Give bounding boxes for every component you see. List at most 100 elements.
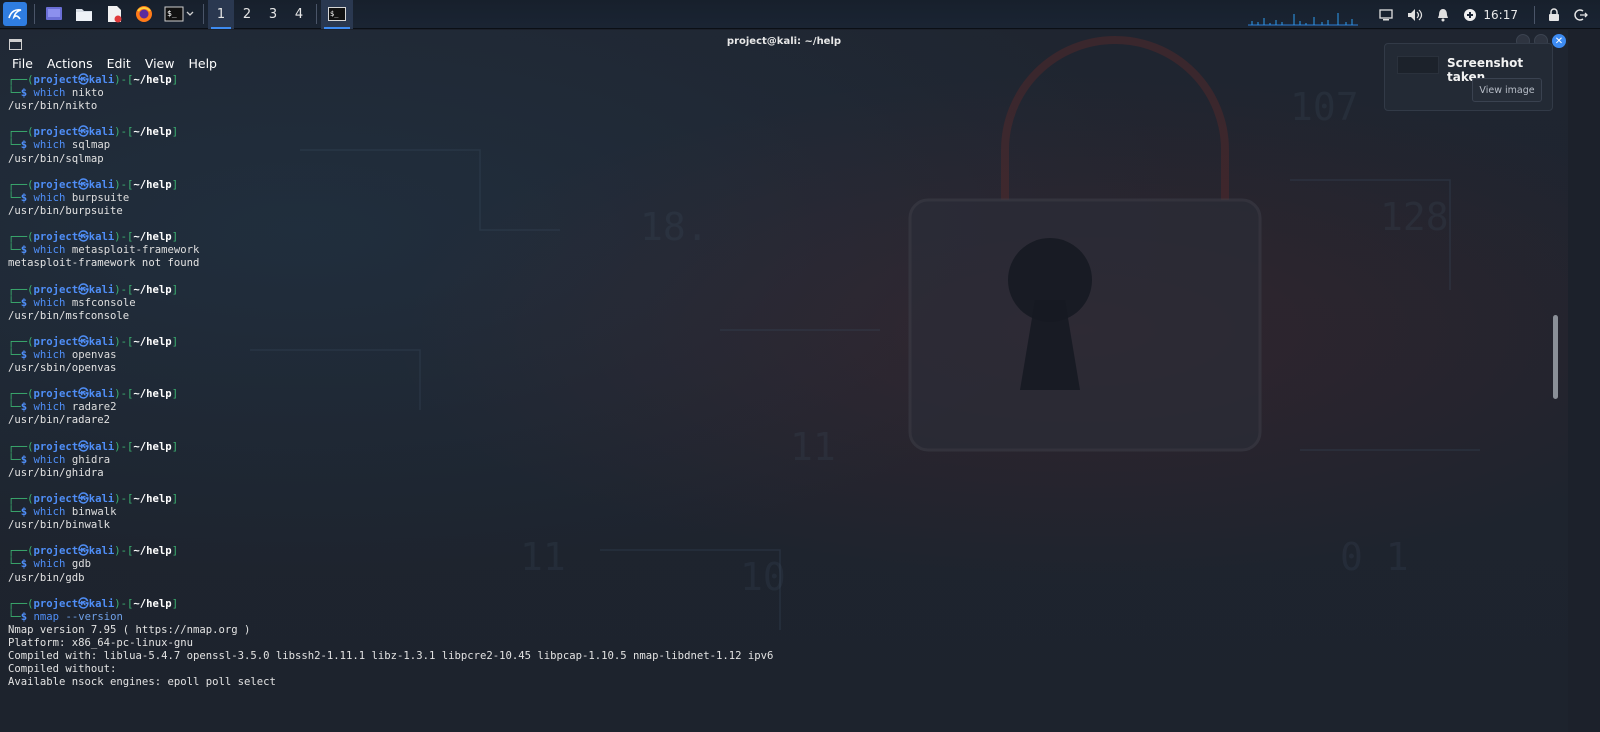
prompt-corner: └─	[8, 191, 21, 204]
output-line: Nmap version 7.95 ( https://nmap.org )	[8, 623, 251, 636]
prompt-host: kali	[88, 283, 115, 296]
prompt-bracket: )-[	[114, 178, 134, 191]
prompt-corner: └─	[8, 453, 21, 466]
lock-screen-icon[interactable]	[1548, 7, 1560, 22]
workspace-1[interactable]: 1	[208, 0, 234, 29]
prompt-dollar: $	[20, 87, 34, 100]
output-line: /usr/bin/binwalk	[8, 519, 111, 532]
prompt-dollar: $	[20, 401, 34, 414]
clock[interactable]: 16:17	[1483, 8, 1518, 22]
prompt-bracket: ]	[171, 388, 179, 401]
workspace-4[interactable]: 4	[286, 0, 312, 29]
prompt-host: kali	[88, 545, 115, 558]
close-button[interactable]: ✕	[1552, 34, 1566, 48]
menu-file[interactable]: File	[12, 56, 33, 71]
command-name: which	[33, 87, 66, 100]
prompt-path: ~/help	[133, 440, 172, 453]
command-name: which	[33, 453, 66, 466]
desktop-icon[interactable]	[42, 2, 66, 26]
prompt-bracket: )-[	[114, 335, 134, 348]
terminal-output[interactable]: ┌──(project㉿kali)-[~/help] └─$ which nikt…	[8, 74, 1548, 689]
prompt-bracket: ┌──(	[8, 545, 34, 558]
prompt-line: ┌──(project㉿kali)-[~/help]	[8, 388, 1548, 401]
window-title: project@kali: ~/help	[726, 35, 842, 47]
volume-icon[interactable]	[1407, 8, 1423, 22]
output-line: /usr/bin/radare2	[8, 414, 111, 427]
workspace-label: 2	[242, 6, 252, 22]
prompt-at-icon: ㉿	[78, 126, 89, 139]
prompt-dollar: $	[20, 453, 34, 466]
output-line: /usr/bin/gdb	[8, 571, 85, 584]
prompt-bracket: ┌──(	[8, 388, 34, 401]
view-image-button[interactable]: View image	[1472, 78, 1542, 102]
command-name: which	[33, 296, 66, 309]
prompt-at-icon: ㉿	[78, 231, 89, 244]
prompt-corner: └─	[8, 244, 21, 257]
terminal-window: 107 128 18. 11 10 11 0 1 project@kali: ~…	[0, 30, 1568, 732]
prompt-at-icon: ㉿	[78, 283, 89, 296]
svg-text:$_: $_	[330, 10, 339, 18]
prompt-line: ┌──(project㉿kali)-[~/help]	[8, 74, 1548, 87]
workspace-3[interactable]: 3	[260, 0, 286, 29]
prompt-line: ┌──(project㉿kali)-[~/help]	[8, 179, 1548, 192]
screenshot-thumbnail[interactable]	[1397, 56, 1439, 74]
display-icon[interactable]	[1379, 8, 1394, 21]
window-titlebar[interactable]: project@kali: ~/help ✕	[0, 30, 1568, 52]
taskbar-separator	[34, 4, 35, 24]
prompt-bracket: )-[	[114, 231, 134, 244]
terminal-task-button[interactable]: $_	[321, 0, 353, 29]
prompt-bracket: ]	[171, 440, 179, 453]
file-manager-icon[interactable]	[72, 2, 96, 26]
prompt-bracket: ┌──(	[8, 440, 34, 453]
menu-actions[interactable]: Actions	[47, 56, 93, 71]
command-line: └─$ which gdb	[8, 558, 1548, 571]
prompt-host: kali	[88, 597, 115, 610]
command-name: which	[33, 348, 66, 361]
prompt-at-icon: ㉿	[78, 335, 89, 348]
prompt-path: ~/help	[133, 178, 172, 191]
menu-edit[interactable]: Edit	[107, 56, 131, 71]
prompt-path: ~/help	[133, 388, 172, 401]
prompt-dollar: $	[20, 191, 34, 204]
prompt-path: ~/help	[133, 545, 172, 558]
prompt-dollar: $	[20, 348, 34, 361]
power-manager-icon[interactable]	[1463, 8, 1477, 22]
prompt-corner: └─	[8, 296, 21, 309]
text-editor-icon[interactable]	[102, 2, 126, 26]
prompt-user: project	[33, 545, 79, 558]
terminal-icon[interactable]: $_	[162, 2, 196, 26]
notifications-bell-icon[interactable]	[1437, 8, 1449, 22]
prompt-corner: └─	[8, 139, 21, 152]
scrollbar-thumb[interactable]	[1553, 315, 1558, 399]
command-line: └─$ which msfconsole	[8, 297, 1548, 310]
command-name: which	[33, 191, 66, 204]
output-line: Available nsock engines: epoll poll sele…	[8, 676, 276, 689]
prompt-bracket: ┌──(	[8, 126, 34, 139]
system-tray: 16:17	[1248, 0, 1600, 29]
menu-help[interactable]: Help	[188, 56, 217, 71]
prompt-line: ┌──(project㉿kali)-[~/help]	[8, 126, 1548, 139]
firefox-icon[interactable]	[132, 2, 156, 26]
kali-menu-icon[interactable]	[3, 2, 27, 26]
workspace-2[interactable]: 2	[234, 0, 260, 29]
command-line: └─$ which ghidra	[8, 454, 1548, 467]
command-argument: gdb	[71, 558, 91, 571]
prompt-at-icon: ㉿	[78, 545, 89, 558]
taskbar-separator	[316, 4, 317, 24]
prompt-host: kali	[88, 178, 115, 191]
command-name: which	[33, 558, 66, 571]
command-line: └─$ which burpsuite	[8, 192, 1548, 205]
tray-separator	[1534, 5, 1535, 24]
menu-view[interactable]: View	[145, 56, 175, 71]
output-line: /usr/bin/burpsuite	[8, 204, 123, 217]
output-line: Compiled with: liblua-5.4.7 openssl-3.5.…	[8, 650, 774, 663]
logout-icon[interactable]	[1574, 8, 1588, 22]
prompt-at-icon: ㉿	[78, 597, 89, 610]
screenshot-notification[interactable]: Screenshot taken View image	[1384, 43, 1553, 111]
prompt-host: kali	[88, 335, 115, 348]
prompt-dollar: $	[20, 139, 34, 152]
